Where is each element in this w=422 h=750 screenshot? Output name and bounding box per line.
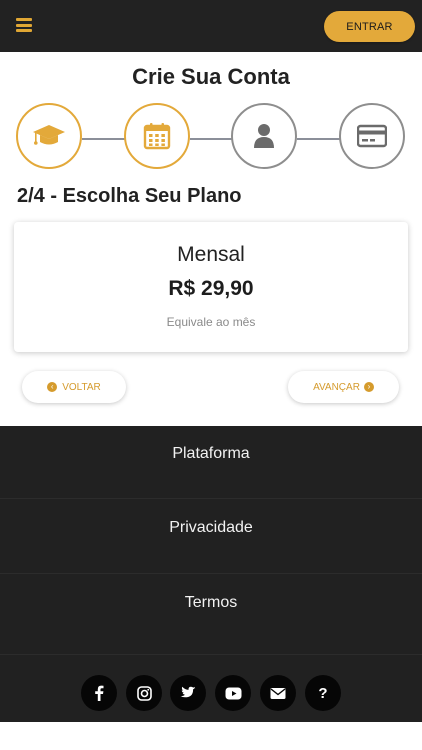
graduation-cap-icon — [33, 125, 65, 145]
email-icon[interactable] — [260, 675, 296, 711]
plan-note: Equivale ao mês — [166, 315, 256, 329]
footer-divider — [0, 573, 422, 574]
next-button[interactable]: AVANÇAR › — [288, 371, 399, 403]
stepper-connector — [82, 138, 126, 140]
bottom-strip — [0, 722, 422, 750]
back-button[interactable]: ‹ VOLTAR — [22, 371, 126, 403]
plan-card[interactable]: Mensal R$ 29,90 Equivale ao mês — [14, 222, 408, 352]
chevron-right-icon: › — [363, 382, 374, 392]
social-links: ? — [0, 675, 422, 713]
plan-name: Mensal — [177, 243, 245, 266]
stepper-connector — [190, 138, 232, 140]
youtube-icon[interactable] — [215, 675, 251, 711]
footer-link-termos[interactable]: Termos — [0, 594, 422, 612]
instagram-icon[interactable] — [126, 675, 162, 711]
back-button-label: VOLTAR — [62, 381, 101, 393]
calendar-icon — [143, 123, 171, 150]
step-3 — [231, 103, 297, 169]
stepper-connector — [297, 138, 340, 140]
plan-price: R$ 29,90 — [168, 277, 254, 300]
hamburger-icon[interactable] — [16, 18, 32, 32]
page-title: Crie Sua Conta — [132, 64, 290, 89]
step-heading: 2/4 - Escolha Seu Plano — [17, 185, 242, 207]
footer-divider — [0, 498, 422, 499]
login-button[interactable]: ENTRAR — [324, 11, 415, 42]
help-icon[interactable]: ? — [305, 675, 341, 711]
footer-divider — [0, 654, 422, 655]
help-icon-glyph: ? — [318, 684, 328, 702]
step-4 — [339, 103, 405, 169]
step-1 — [16, 103, 82, 169]
top-bar: ENTRAR — [0, 0, 422, 52]
user-icon — [254, 124, 274, 148]
step-2 — [124, 103, 190, 169]
credit-card-icon — [357, 124, 387, 148]
chevron-left-icon: ‹ — [47, 382, 58, 392]
footer-link-privacidade[interactable]: Privacidade — [0, 519, 422, 537]
facebook-icon[interactable] — [81, 675, 117, 711]
twitter-icon[interactable] — [170, 675, 206, 711]
footer-link-plataforma[interactable]: Plataforma — [0, 445, 422, 463]
next-button-label: AVANÇAR — [313, 381, 360, 393]
